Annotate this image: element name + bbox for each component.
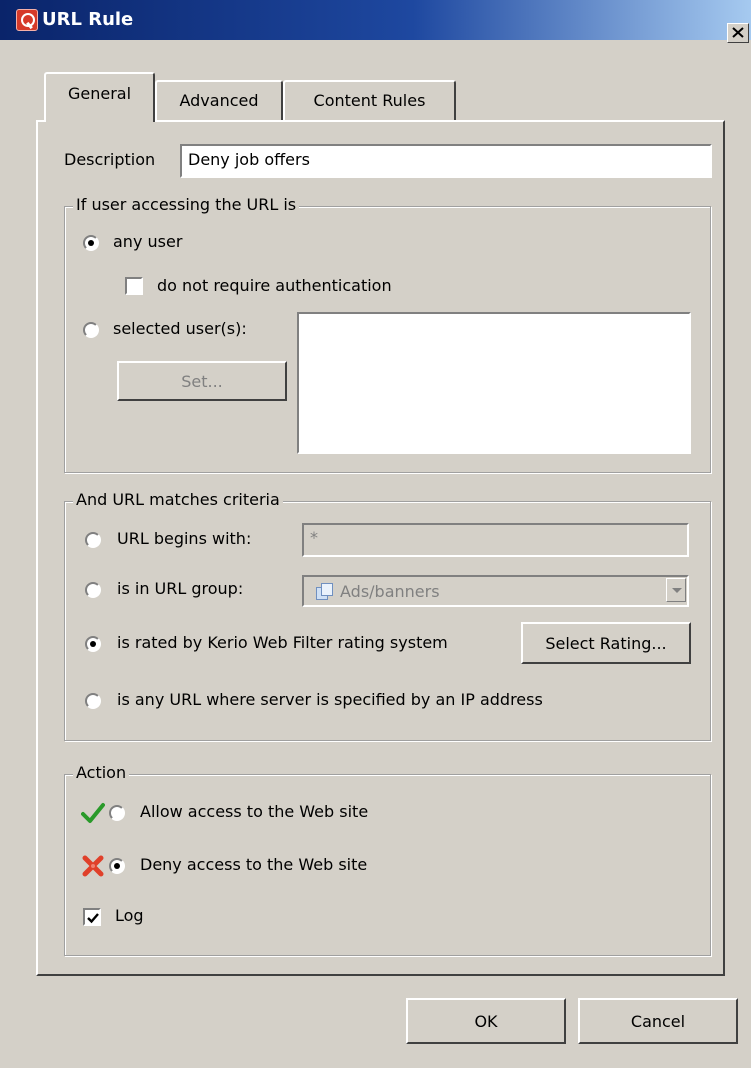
url-criteria-group-title: And URL matches criteria	[73, 490, 283, 509]
allow-access-label: Allow access to the Web site	[140, 802, 369, 821]
any-user-radio[interactable]	[83, 235, 99, 251]
url-begins-label: URL begins with:	[117, 529, 252, 548]
general-tab-page: Description Deny job offers If user acce…	[36, 120, 725, 976]
url-begins-radio[interactable]	[85, 532, 101, 548]
action-group-title: Action	[73, 763, 130, 782]
ip-url-label: is any URL where server is specified by …	[117, 690, 543, 709]
deny-x-icon	[82, 855, 104, 877]
url-group-value: Ads/banners	[340, 582, 440, 601]
selected-users-list[interactable]	[297, 312, 691, 454]
url-group-icon	[316, 583, 334, 600]
no-auth-label: do not require authentication	[157, 276, 392, 295]
action-group: Action Allow access to the Web site Deny…	[64, 763, 711, 956]
url-group-label: is in URL group:	[117, 579, 244, 598]
rated-label: is rated by Kerio Web Filter rating syst…	[117, 633, 448, 652]
close-button[interactable]	[727, 23, 749, 43]
url-group-select[interactable]: Ads/banners	[302, 575, 689, 607]
chevron-down-icon[interactable]	[666, 578, 686, 602]
url-group-radio[interactable]	[85, 582, 101, 598]
ok-button[interactable]: OK	[406, 998, 566, 1044]
description-value: Deny job offers	[188, 150, 310, 169]
url-begins-value: *	[310, 528, 318, 547]
description-input[interactable]: Deny job offers	[180, 144, 712, 178]
checkmark-small-icon	[87, 913, 99, 924]
cancel-button-label: Cancel	[630, 1012, 686, 1031]
ip-url-radio[interactable]	[85, 693, 101, 709]
set-users-button-label: Set...	[181, 372, 223, 391]
title-bar: URL Rule	[0, 0, 751, 40]
log-label: Log	[115, 906, 144, 925]
selected-users-label: selected user(s):	[113, 319, 247, 338]
tab-advanced-label: Advanced	[179, 91, 259, 110]
close-icon	[732, 27, 744, 38]
tab-content-rules[interactable]: Content Rules	[283, 80, 456, 122]
description-label: Description	[64, 150, 156, 169]
checkmark-icon	[81, 803, 105, 823]
window-title: URL Rule	[42, 9, 134, 30]
selected-users-radio[interactable]	[83, 322, 99, 338]
allow-access-radio[interactable]	[109, 805, 125, 821]
no-auth-checkbox[interactable]	[125, 277, 143, 295]
url-rule-app-icon	[16, 9, 38, 31]
tab-general[interactable]: General	[44, 72, 155, 122]
tab-advanced[interactable]: Advanced	[155, 80, 283, 122]
rated-radio[interactable]	[85, 636, 101, 652]
url-criteria-group: And URL matches criteria URL begins with…	[64, 490, 711, 741]
deny-access-radio[interactable]	[109, 858, 125, 874]
user-criteria-group: If user accessing the URL is any user do…	[64, 195, 711, 473]
deny-access-label: Deny access to the Web site	[140, 855, 368, 874]
set-users-button[interactable]: Set...	[117, 361, 287, 401]
user-criteria-group-title: If user accessing the URL is	[73, 195, 300, 214]
ok-button-label: OK	[474, 1012, 498, 1031]
any-user-label: any user	[113, 232, 183, 251]
tab-content-rules-label: Content Rules	[313, 91, 426, 110]
tab-general-label: General	[67, 84, 132, 103]
cancel-button[interactable]: Cancel	[578, 998, 738, 1044]
log-checkbox[interactable]	[83, 908, 101, 926]
url-begins-input[interactable]: *	[302, 523, 689, 557]
select-rating-button-label: Select Rating...	[545, 634, 667, 653]
select-rating-button[interactable]: Select Rating...	[521, 622, 691, 664]
